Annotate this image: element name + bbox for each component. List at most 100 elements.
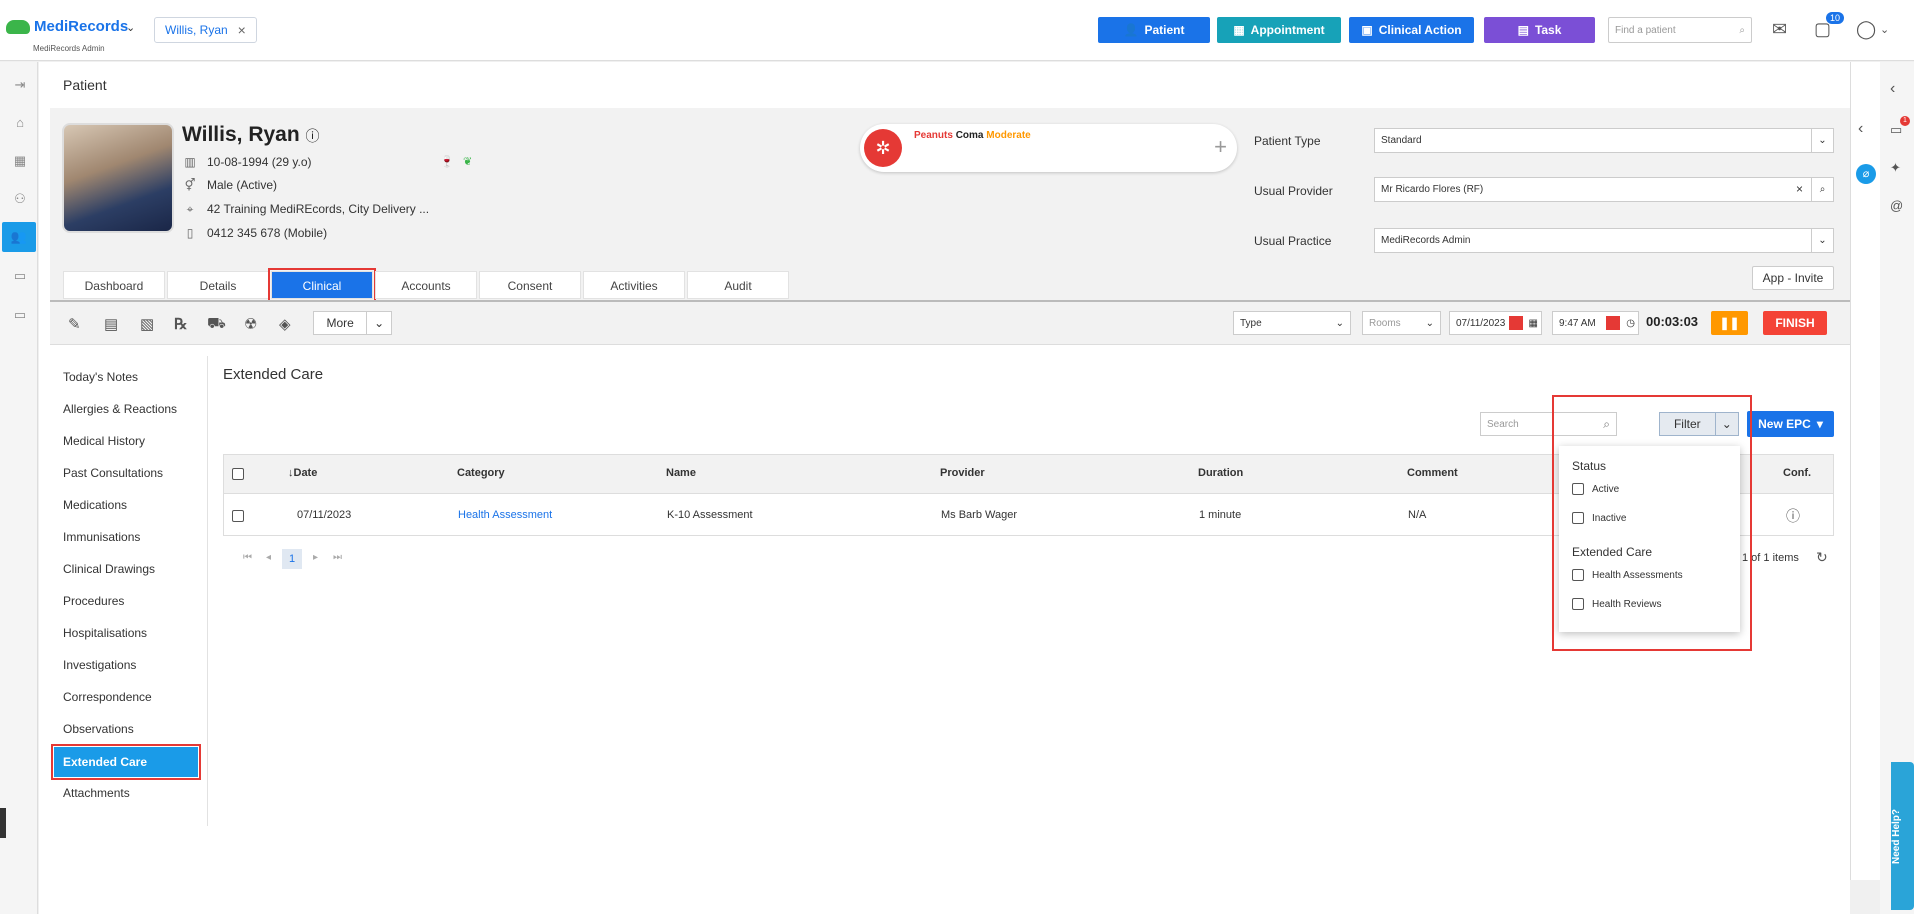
last-page-icon[interactable]: ⏭ (333, 552, 342, 563)
nav-investigations[interactable]: Investigations (63, 658, 136, 672)
patient-nav-icon[interactable]: 👥 (2, 222, 36, 252)
education-icon[interactable]: ◈ (279, 315, 291, 333)
clear-icon[interactable]: × (1796, 182, 1803, 196)
tab-clinical[interactable]: Clinical (268, 268, 376, 302)
chevron-down-icon[interactable]: ⌄ (1811, 129, 1833, 152)
new-patient-button[interactable]: 👤 Patient (1098, 17, 1210, 43)
expand-menu-icon[interactable]: ⇥ (10, 75, 30, 95)
prev-page-icon[interactable]: ◂ (266, 552, 271, 563)
home-icon[interactable]: ⌂ (10, 113, 30, 133)
edit-note-icon[interactable]: ✎ (68, 315, 81, 333)
nav-todays-notes[interactable]: Today's Notes (63, 370, 138, 384)
pause-button[interactable]: ❚❚ (1711, 311, 1748, 335)
ambulance-icon[interactable]: ⛟ (207, 315, 226, 334)
nav-observations[interactable]: Observations (63, 722, 134, 736)
report-icon[interactable]: ▧ (140, 315, 154, 333)
nav-past-consultations[interactable]: Past Consultations (63, 466, 163, 480)
rooms-select[interactable]: Rooms ⌄ (1362, 311, 1441, 335)
calendar-icon[interactable]: ▦ (10, 151, 30, 171)
chevron-down-icon: ⌄ (1425, 317, 1434, 329)
search-icon[interactable]: ⌕ (1811, 178, 1833, 201)
info-icon[interactable]: ⓘ (1786, 506, 1800, 526)
clinical-action-button[interactable]: ▣ Clinical Action (1349, 17, 1474, 43)
nav-extended-care[interactable]: Extended Care (51, 744, 201, 780)
chevron-down-icon[interactable]: ⌄ (1811, 229, 1833, 252)
column-category[interactable]: Category (457, 467, 505, 479)
folder-icon[interactable]: ▭ (10, 266, 30, 286)
column-provider[interactable]: Provider (940, 467, 985, 479)
patient-type-select[interactable]: Standard ⌄ (1374, 128, 1834, 153)
find-patient-input[interactable]: Find a patient ⌕ (1608, 17, 1752, 43)
refresh-icon[interactable]: ↻ (1816, 549, 1828, 566)
type-select[interactable]: Type ⌄ (1233, 311, 1351, 335)
column-conf[interactable]: Conf. (1783, 467, 1811, 479)
nav-attachments[interactable]: Attachments (63, 786, 130, 800)
mail-icon[interactable]: ✉ (1772, 19, 1787, 40)
nav-clinical-drawings[interactable]: Clinical Drawings (63, 562, 155, 576)
at-icon[interactable]: @ (1890, 198, 1903, 213)
chevron-down-icon[interactable]: ⌄ (126, 21, 135, 34)
column-date[interactable]: ↓Date (288, 467, 317, 479)
folder-share-icon[interactable]: ▭ (10, 305, 30, 325)
pin-icon[interactable]: ✦ (1890, 160, 1901, 176)
info-icon[interactable]: ⓘ (306, 128, 320, 144)
cell-category-link[interactable]: Health Assessment (458, 509, 552, 521)
nav-hospitalisations[interactable]: Hospitalisations (63, 626, 147, 640)
new-epc-button[interactable]: New EPC ▾ (1747, 411, 1834, 437)
column-name[interactable]: Name (666, 467, 696, 479)
chevron-down-icon[interactable]: ⌄ (1880, 23, 1889, 36)
users-icon[interactable]: ⚇ (10, 189, 30, 209)
nav-immunisations[interactable]: Immunisations (63, 530, 140, 544)
row-checkbox[interactable] (232, 510, 244, 522)
task-icon: ▤ (1517, 23, 1529, 37)
clock-icon[interactable]: ◷ (1626, 318, 1635, 329)
app-logo[interactable]: MediRecords (6, 18, 128, 35)
nav-medical-history[interactable]: Medical History (63, 434, 145, 448)
side-tab-handle[interactable] (0, 808, 6, 838)
nav-medications[interactable]: Medications (63, 498, 127, 512)
usual-practice-select[interactable]: MediRecords Admin ⌄ (1374, 228, 1834, 253)
column-duration[interactable]: Duration (1198, 467, 1243, 479)
add-allergy-icon[interactable]: + (1214, 134, 1227, 160)
allergy-icon: ✲ (864, 129, 902, 167)
app-invite-button[interactable]: App - Invite (1752, 266, 1834, 290)
tab-consent[interactable]: Consent (479, 271, 581, 299)
nav-procedures[interactable]: Procedures (63, 594, 124, 608)
radiation-icon[interactable]: ☢ (244, 315, 257, 333)
date-input[interactable]: 07/11/2023 ▦ (1449, 311, 1542, 335)
calendar-icon[interactable]: ▦ (1529, 318, 1538, 329)
attachment-icon[interactable]: ⌀ (1856, 164, 1876, 184)
tab-dashboard[interactable]: Dashboard (63, 271, 165, 299)
page-1-button[interactable]: 1 (282, 549, 302, 569)
user-account-icon[interactable]: ◯ (1856, 19, 1876, 40)
tab-accounts[interactable]: Accounts (375, 271, 477, 299)
first-page-icon[interactable]: ⏮ (243, 552, 252, 563)
new-task-button[interactable]: ▤ Task (1484, 17, 1595, 43)
patient-type-value: Standard (1381, 135, 1422, 146)
chevron-down-icon[interactable]: ⌄ (367, 312, 391, 334)
open-patient-tab[interactable]: Willis, Ryan × (154, 17, 257, 43)
more-dropdown[interactable]: More ⌄ (313, 311, 392, 335)
column-comment[interactable]: Comment (1407, 467, 1458, 479)
next-page-icon[interactable]: ▸ (313, 552, 318, 563)
prescription-icon[interactable]: ℞ (174, 315, 187, 333)
new-appointment-button[interactable]: ▦ Appointment (1217, 17, 1341, 43)
nav-correspondence[interactable]: Correspondence (63, 690, 152, 704)
patient-dob-row: ▥ 10-08-1994 (29 y.o) (183, 155, 311, 169)
tab-details[interactable]: Details (167, 271, 269, 299)
collapse-icon[interactable]: ‹ (1858, 120, 1863, 138)
allergy-card[interactable]: ✲ Peanuts Coma Moderate + (860, 124, 1237, 172)
nav-allergies[interactable]: Allergies & Reactions (63, 402, 177, 416)
need-help-button[interactable]: Need Help? (1891, 762, 1914, 910)
close-icon[interactable]: × (238, 22, 246, 38)
tab-audit[interactable]: Audit (687, 271, 789, 299)
document-icon[interactable]: ▤ (104, 315, 118, 333)
tab-activities[interactable]: Activities (583, 271, 685, 299)
new-appointment-label: Appointment (1250, 23, 1325, 37)
chevron-left-icon[interactable]: ‹ (1890, 80, 1895, 98)
new-task-label: Task (1534, 23, 1562, 37)
finish-button[interactable]: FINISH (1763, 311, 1827, 335)
select-all-checkbox[interactable] (232, 468, 244, 480)
usual-provider-select[interactable]: Mr Ricardo Flores (RF) × ⌕ (1374, 177, 1834, 202)
time-input[interactable]: 9:47 AM ◷ (1552, 311, 1639, 335)
